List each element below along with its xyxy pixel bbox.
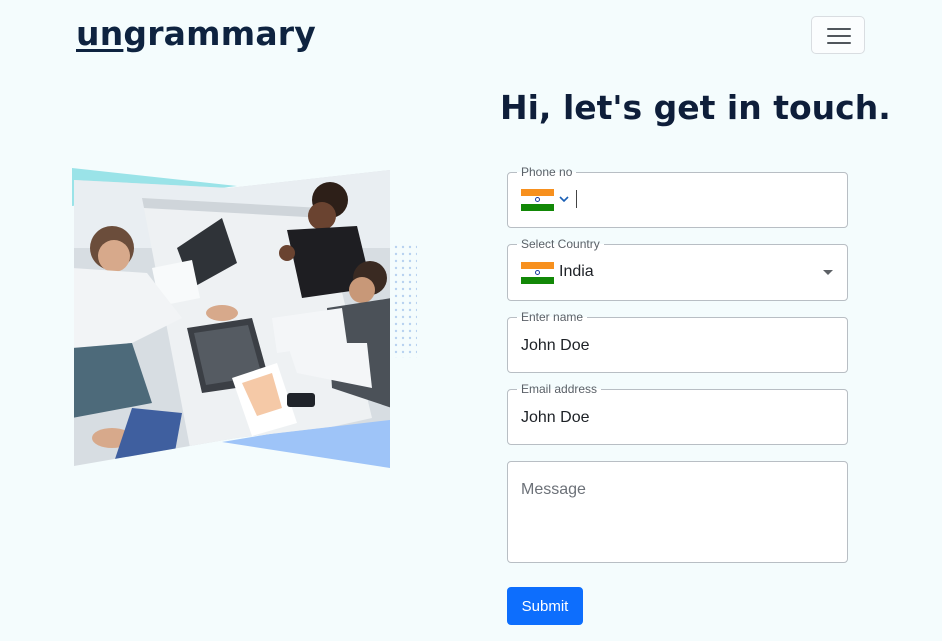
navbar-toggle-button[interactable] [811,16,865,54]
email-field[interactable]: Email address John Doe [507,382,848,445]
brand-logo[interactable]: ungrammary [76,14,316,53]
message-textarea[interactable]: Message [507,461,848,563]
hamburger-menu-icon [827,28,851,44]
name-field[interactable]: Enter name John Doe [507,310,848,373]
text-cursor [576,190,577,208]
dot-grid-decoration [394,242,417,358]
chevron-down-icon[interactable] [558,193,570,205]
hero-image [72,168,417,468]
message-placeholder: Message [521,481,586,498]
submit-button[interactable]: Submit [507,587,583,625]
phone-field-label: Phone no [517,165,577,179]
country-select[interactable]: Select Country India [507,237,848,301]
india-flag-icon [521,262,554,284]
name-input[interactable]: John Doe [521,337,590,355]
page-title: Hi, let's get in touch. [500,88,891,127]
email-input[interactable]: John Doe [521,409,590,427]
brand-logo-underlined: un [76,14,124,53]
email-field-label: Email address [517,382,602,396]
brand-logo-rest: grammary [123,14,316,53]
india-flag-icon[interactable] [521,189,554,211]
phone-field[interactable]: Phone no [507,165,848,228]
country-select-label: Select Country [517,237,604,251]
country-select-value: India [559,263,594,280]
name-field-label: Enter name [517,310,588,324]
dropdown-arrow-icon[interactable] [823,270,833,275]
